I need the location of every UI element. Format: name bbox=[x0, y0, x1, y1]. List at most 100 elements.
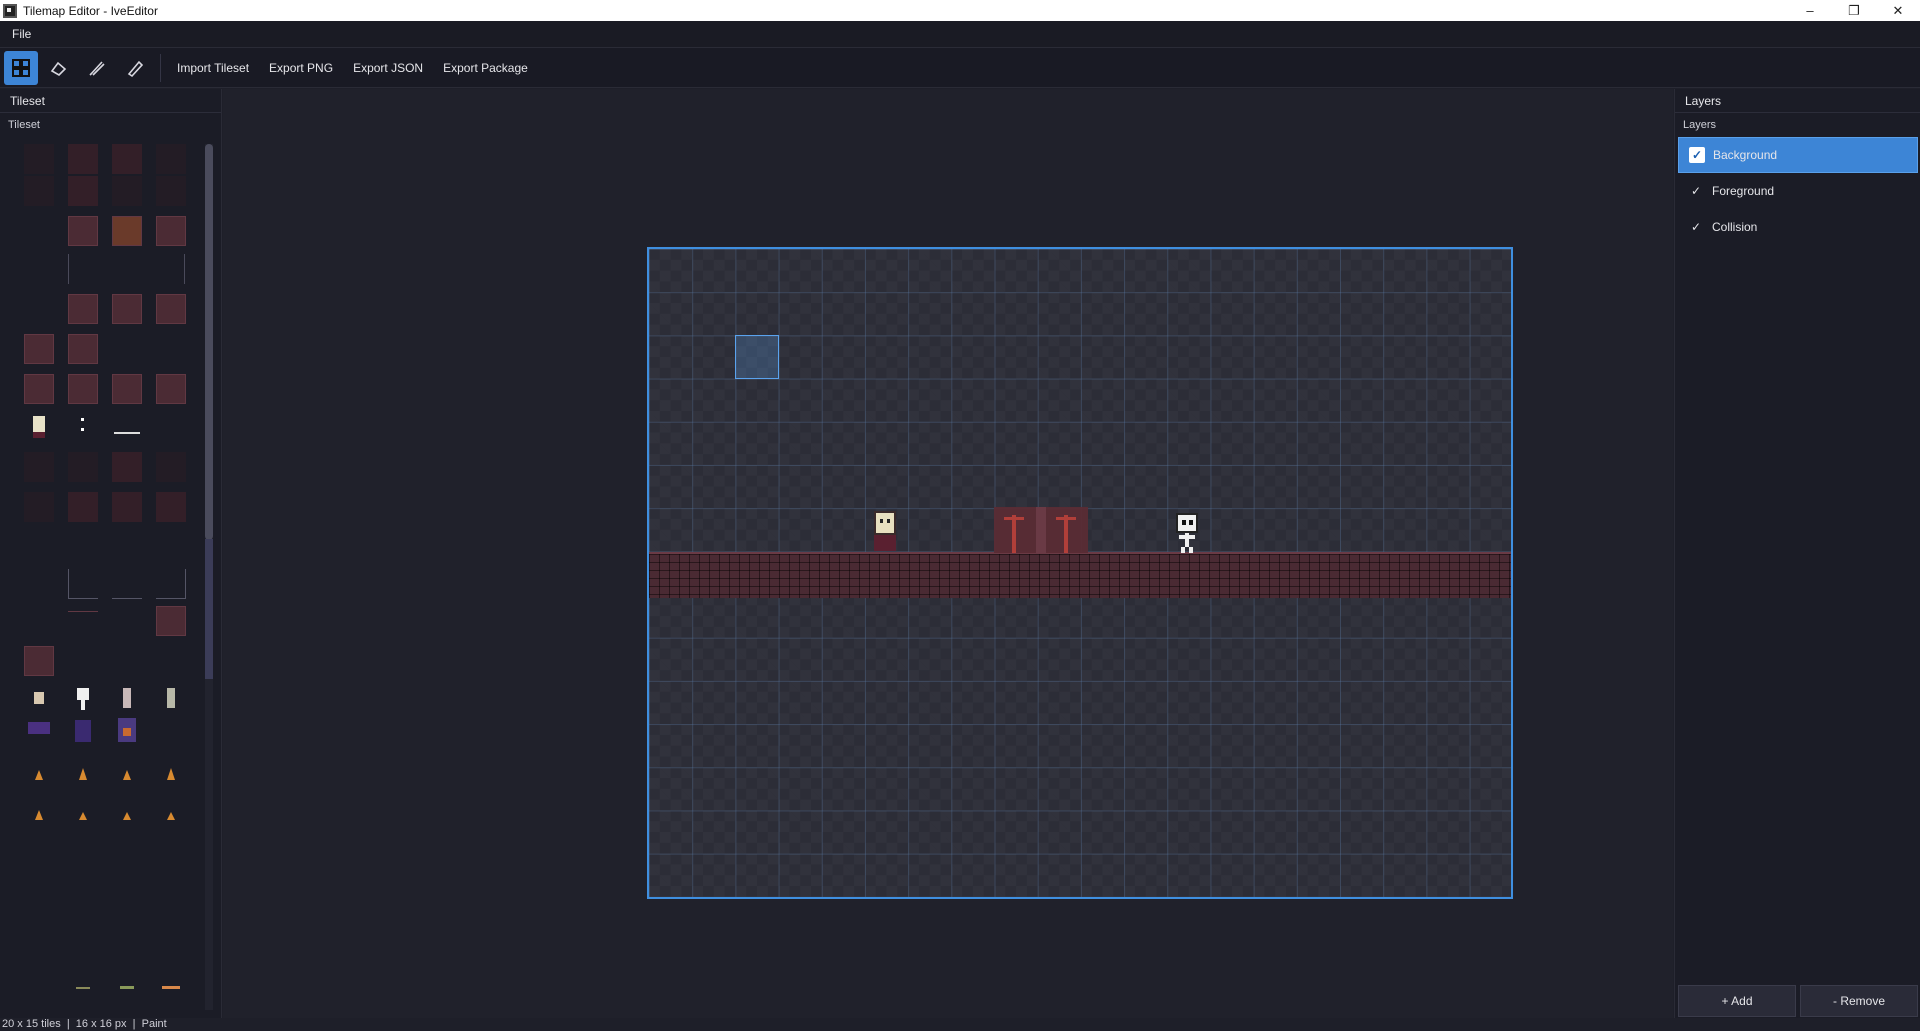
layer-list: ✓ Background ✓ Foreground ✓ Collision bbox=[1678, 137, 1918, 923]
tileset-tile[interactable] bbox=[68, 684, 98, 714]
dead-tree-sprite bbox=[1046, 507, 1088, 553]
tileset-tile[interactable] bbox=[68, 716, 98, 746]
layer-visibility-checkbox[interactable]: ✓ bbox=[1689, 147, 1705, 163]
tileset-tile[interactable] bbox=[112, 216, 142, 246]
tilemap-canvas[interactable] bbox=[647, 247, 1513, 899]
tileset-tile[interactable] bbox=[112, 796, 142, 826]
tileset-tile[interactable] bbox=[184, 254, 186, 284]
layer-label: Foreground bbox=[1712, 184, 1775, 198]
tileset-tile[interactable] bbox=[24, 684, 54, 714]
menu-file[interactable]: File bbox=[0, 27, 43, 41]
layer-item-background[interactable]: ✓ Background bbox=[1678, 137, 1918, 173]
tileset-tile[interactable] bbox=[112, 412, 142, 442]
eraser-tool-button[interactable] bbox=[118, 51, 152, 85]
tileset-tile[interactable] bbox=[156, 796, 186, 826]
map-canvas-area[interactable] bbox=[223, 89, 1673, 1018]
tileset-tile[interactable] bbox=[156, 684, 186, 714]
tileset-tile[interactable] bbox=[24, 492, 54, 522]
tileset-scrollbar-thumb[interactable] bbox=[205, 144, 213, 540]
tileset-tile[interactable] bbox=[68, 492, 98, 522]
character-sprite bbox=[872, 511, 898, 551]
tileset-tile[interactable] bbox=[112, 374, 142, 404]
add-layer-button[interactable]: + Add bbox=[1678, 985, 1796, 1017]
tileset-tile[interactable] bbox=[156, 176, 186, 206]
tileset-tile[interactable] bbox=[112, 176, 142, 206]
tileset-tile[interactable] bbox=[24, 176, 54, 206]
tileset-tile[interactable] bbox=[24, 796, 54, 826]
export-png-button[interactable]: Export PNG bbox=[259, 53, 343, 83]
tileset-tile[interactable] bbox=[24, 334, 54, 364]
remove-layer-button[interactable]: - Remove bbox=[1800, 985, 1918, 1017]
layers-label: Layers bbox=[1683, 119, 1717, 131]
tileset-tile[interactable] bbox=[156, 374, 186, 404]
layer-item-collision[interactable]: ✓ Collision bbox=[1678, 209, 1918, 245]
tileset-tile[interactable] bbox=[68, 604, 98, 612]
tileset-tile[interactable] bbox=[68, 254, 70, 284]
tileset-tile[interactable] bbox=[24, 646, 54, 676]
tileset-tile[interactable] bbox=[68, 144, 98, 174]
tileset-grid[interactable] bbox=[14, 144, 204, 1010]
tileset-tile[interactable] bbox=[24, 144, 54, 174]
tileset-tile[interactable] bbox=[112, 756, 142, 786]
tileset-tile[interactable] bbox=[156, 492, 186, 522]
tileset-tile[interactable] bbox=[24, 374, 54, 404]
layer-visibility-checkbox[interactable]: ✓ bbox=[1688, 183, 1704, 199]
tileset-tile[interactable] bbox=[24, 452, 54, 482]
tileset-tile[interactable] bbox=[68, 984, 98, 990]
toolbar-divider bbox=[160, 53, 161, 82]
export-json-button[interactable]: Export JSON bbox=[343, 53, 433, 83]
tileset-tile[interactable] bbox=[112, 144, 142, 174]
tileset-tile[interactable] bbox=[112, 452, 142, 482]
tileset-tile[interactable] bbox=[156, 606, 186, 636]
stone-block-sprite bbox=[1036, 507, 1046, 553]
export-package-button[interactable]: Export Package bbox=[433, 53, 538, 83]
tileset-tile[interactable] bbox=[68, 294, 98, 324]
tileset-tile[interactable] bbox=[24, 412, 54, 442]
tileset-panel: Tileset Tileset bbox=[0, 89, 222, 1018]
brush-tool-button[interactable] bbox=[80, 51, 114, 85]
tile-selection-cursor bbox=[735, 335, 779, 379]
tileset-tile[interactable] bbox=[68, 569, 98, 599]
tileset-tile[interactable] bbox=[112, 492, 142, 522]
fill-tool-button[interactable] bbox=[42, 51, 76, 85]
tileset-tile[interactable] bbox=[68, 412, 98, 442]
tileset-tile[interactable] bbox=[112, 684, 142, 714]
tileset-tile[interactable] bbox=[68, 334, 98, 364]
tileset-tile[interactable] bbox=[68, 216, 98, 246]
tileset-tile[interactable] bbox=[156, 756, 186, 786]
tileset-label: Tileset bbox=[8, 119, 40, 131]
tileset-tile[interactable] bbox=[112, 294, 142, 324]
layer-visibility-checkbox[interactable]: ✓ bbox=[1688, 219, 1704, 235]
tile-paint-tool-button[interactable] bbox=[4, 50, 38, 85]
tileset-tile[interactable] bbox=[112, 716, 142, 746]
layer-item-foreground[interactable]: ✓ Foreground bbox=[1678, 173, 1918, 209]
tileset-tile[interactable] bbox=[156, 294, 186, 324]
maximize-button[interactable]: ❐ bbox=[1832, 0, 1876, 21]
fill-icon bbox=[50, 61, 67, 76]
import-tileset-button[interactable]: Import Tileset bbox=[167, 53, 259, 83]
tileset-tile[interactable] bbox=[24, 756, 54, 786]
minimize-button[interactable]: – bbox=[1788, 0, 1832, 21]
tileset-tile[interactable] bbox=[68, 452, 98, 482]
brush-icon bbox=[89, 60, 105, 76]
tileset-tile[interactable] bbox=[156, 216, 186, 246]
tileset-tile[interactable] bbox=[68, 756, 98, 786]
tileset-tile[interactable] bbox=[112, 984, 142, 990]
tileset-tile[interactable] bbox=[68, 796, 98, 826]
brick-ground-row bbox=[649, 554, 1511, 598]
tileset-tile[interactable] bbox=[156, 144, 186, 174]
layers-panel: Layers Layers ✓ Background ✓ Foreground … bbox=[1674, 89, 1920, 1018]
window-controls: – ❐ ✕ bbox=[1788, 0, 1920, 21]
tileset-tile[interactable] bbox=[24, 716, 54, 746]
close-button[interactable]: ✕ bbox=[1876, 0, 1920, 21]
tileset-tile[interactable] bbox=[156, 452, 186, 482]
tileset-tile[interactable] bbox=[68, 176, 98, 206]
tileset-tile[interactable] bbox=[156, 984, 186, 990]
tileset-tile[interactable] bbox=[156, 569, 186, 599]
tileset-tile[interactable] bbox=[112, 569, 142, 599]
tileset-scrollbar-segment bbox=[205, 539, 213, 679]
toolbar: Import Tileset Export PNG Export JSON Ex… bbox=[0, 48, 1920, 88]
tileset-tile[interactable] bbox=[68, 374, 98, 404]
tile-paint-icon bbox=[12, 58, 30, 77]
tileset-panel-header: Tileset bbox=[0, 89, 221, 113]
